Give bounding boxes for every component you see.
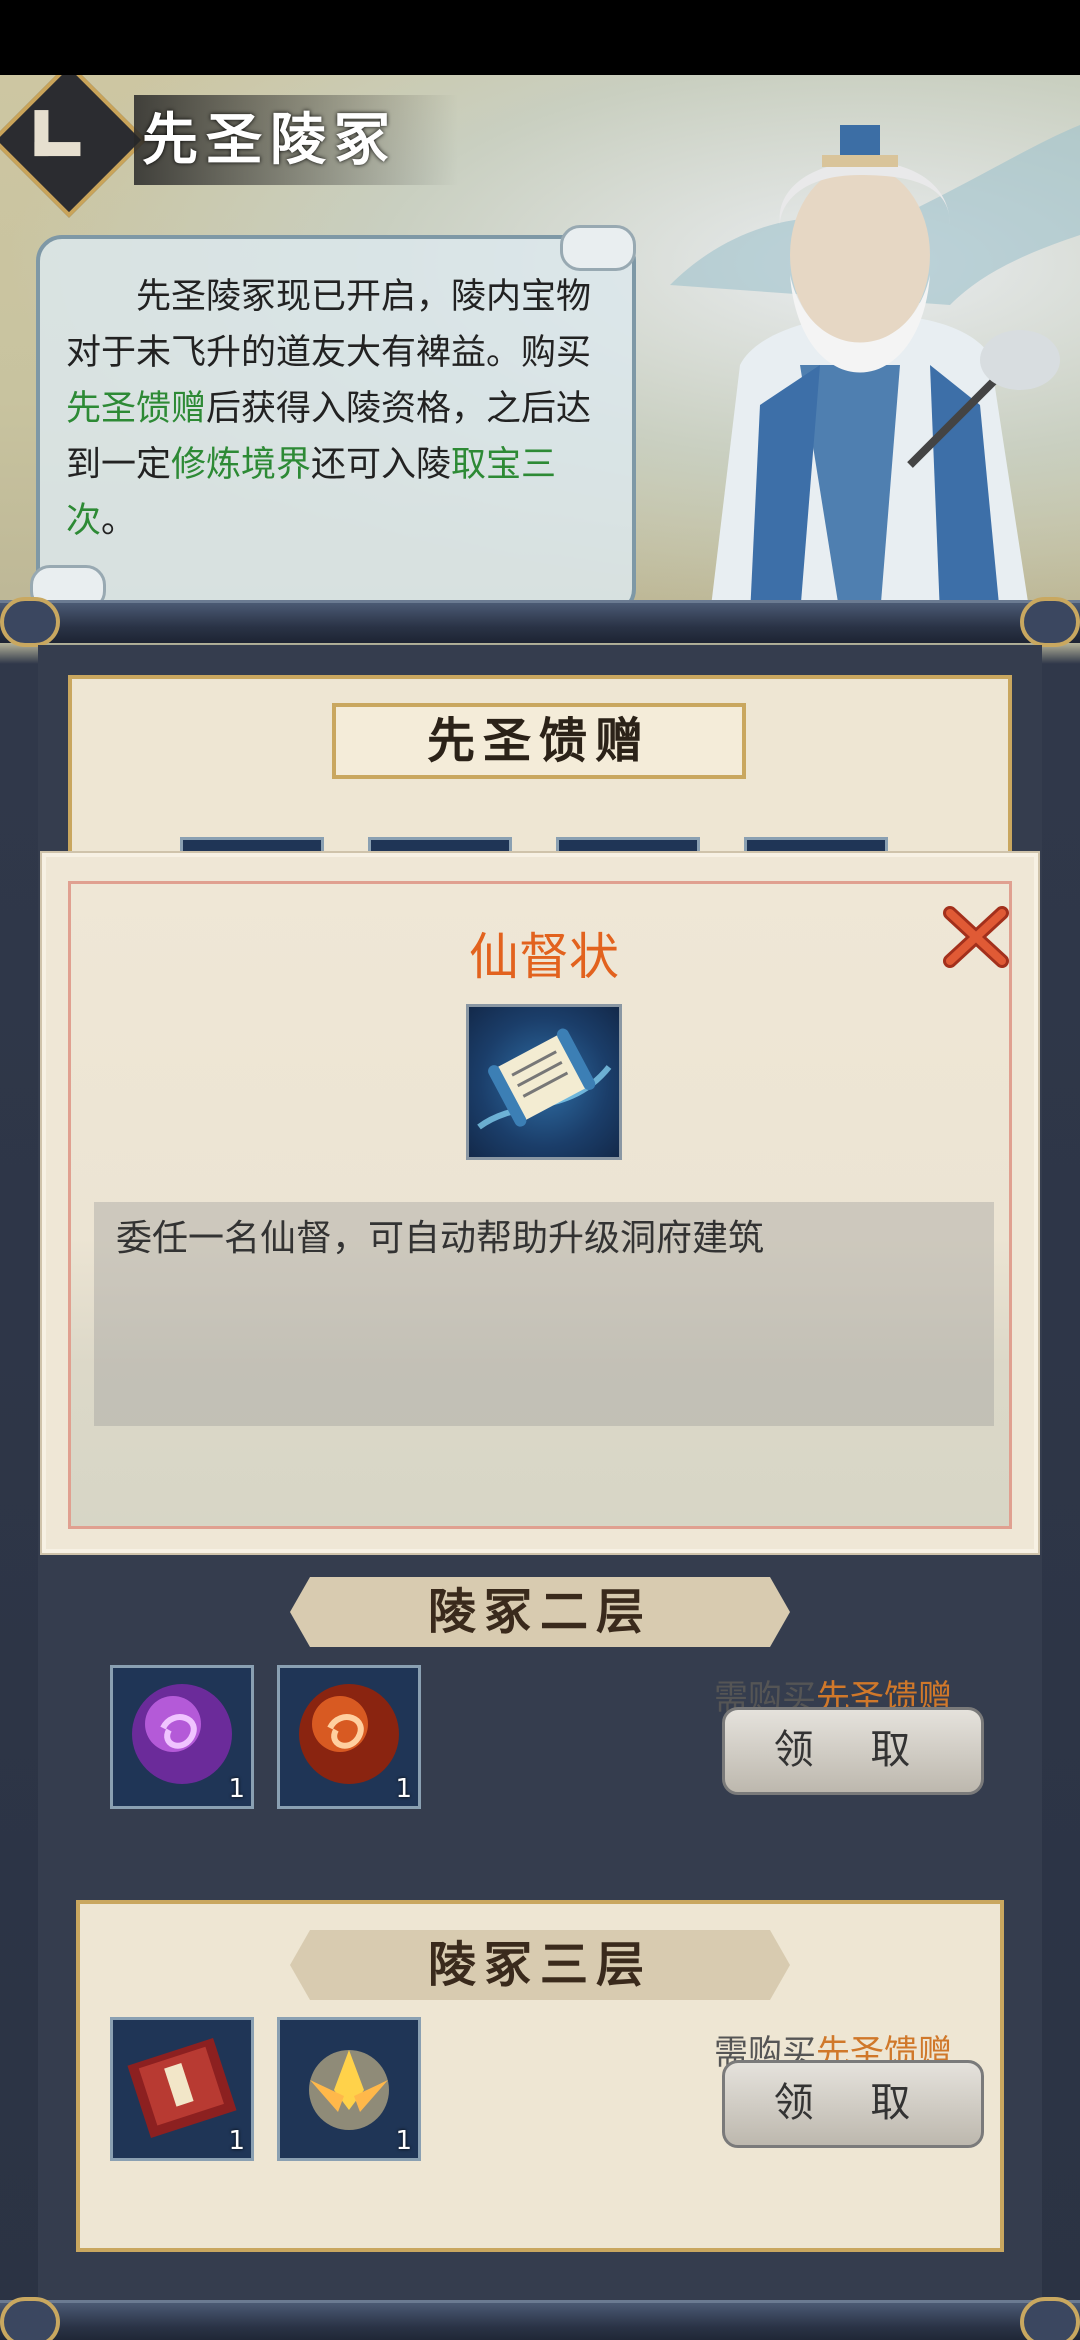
scroll-knob bbox=[0, 597, 60, 647]
tier-title-banner: 陵冢二层 bbox=[290, 1577, 790, 1647]
tier-reward-slot[interactable]: 1 bbox=[110, 1665, 254, 1809]
scroll-rod-bottom bbox=[0, 2297, 1080, 2340]
popup-title: 仙督状 bbox=[469, 928, 619, 986]
game-screen: 先圣陵冢 先圣陵冢现已开启，陵内宝物对于未飞升的道友大有裨益。购买先圣馈赠后获得… bbox=[0, 75, 1080, 2340]
scroll-knob bbox=[0, 2297, 60, 2340]
claim-button[interactable]: 领 取 bbox=[722, 1707, 984, 1795]
tier-reward-slot[interactable]: 1 bbox=[277, 2017, 421, 2161]
tier-reward-slot[interactable]: 1 bbox=[110, 2017, 254, 2161]
tier-title-banner: 陵冢三层 bbox=[290, 1930, 790, 2000]
item-description: 委任一名仙督，可自动帮助升级洞府建筑 bbox=[94, 1202, 994, 1426]
close-x-icon[interactable] bbox=[942, 903, 1012, 973]
intro-speech-bubble: 先圣陵冢现已开启，陵内宝物对于未飞升的道友大有裨益。购买先圣馈赠后获得入陵资格，… bbox=[36, 235, 636, 615]
tier-reward-slot[interactable]: 1 bbox=[277, 1665, 421, 1809]
item-detail-popup: 仙督状 委任一名仙督，可自动帮助升级洞府建筑 bbox=[42, 853, 1038, 1553]
sage-character-illustration bbox=[670, 125, 1080, 615]
cloud-decoration bbox=[560, 225, 636, 271]
scroll-knob bbox=[1020, 2297, 1080, 2340]
scroll-rod-top bbox=[0, 597, 1080, 647]
intro-text: 先圣陵冢现已开启，陵内宝物对于未飞升的道友大有裨益。购买先圣馈赠后获得入陵资格，… bbox=[66, 277, 592, 541]
item-icon-frame bbox=[466, 1004, 622, 1160]
page-title: 先圣陵冢 bbox=[134, 95, 458, 185]
claim-button[interactable]: 领 取 bbox=[722, 2060, 984, 2148]
gift-section-title: 先圣馈赠 bbox=[332, 703, 746, 779]
status-bar bbox=[0, 0, 1080, 75]
scroll-knob bbox=[1020, 597, 1080, 647]
scroll-icon bbox=[477, 1028, 612, 1130]
back-chevron-icon bbox=[34, 110, 81, 157]
